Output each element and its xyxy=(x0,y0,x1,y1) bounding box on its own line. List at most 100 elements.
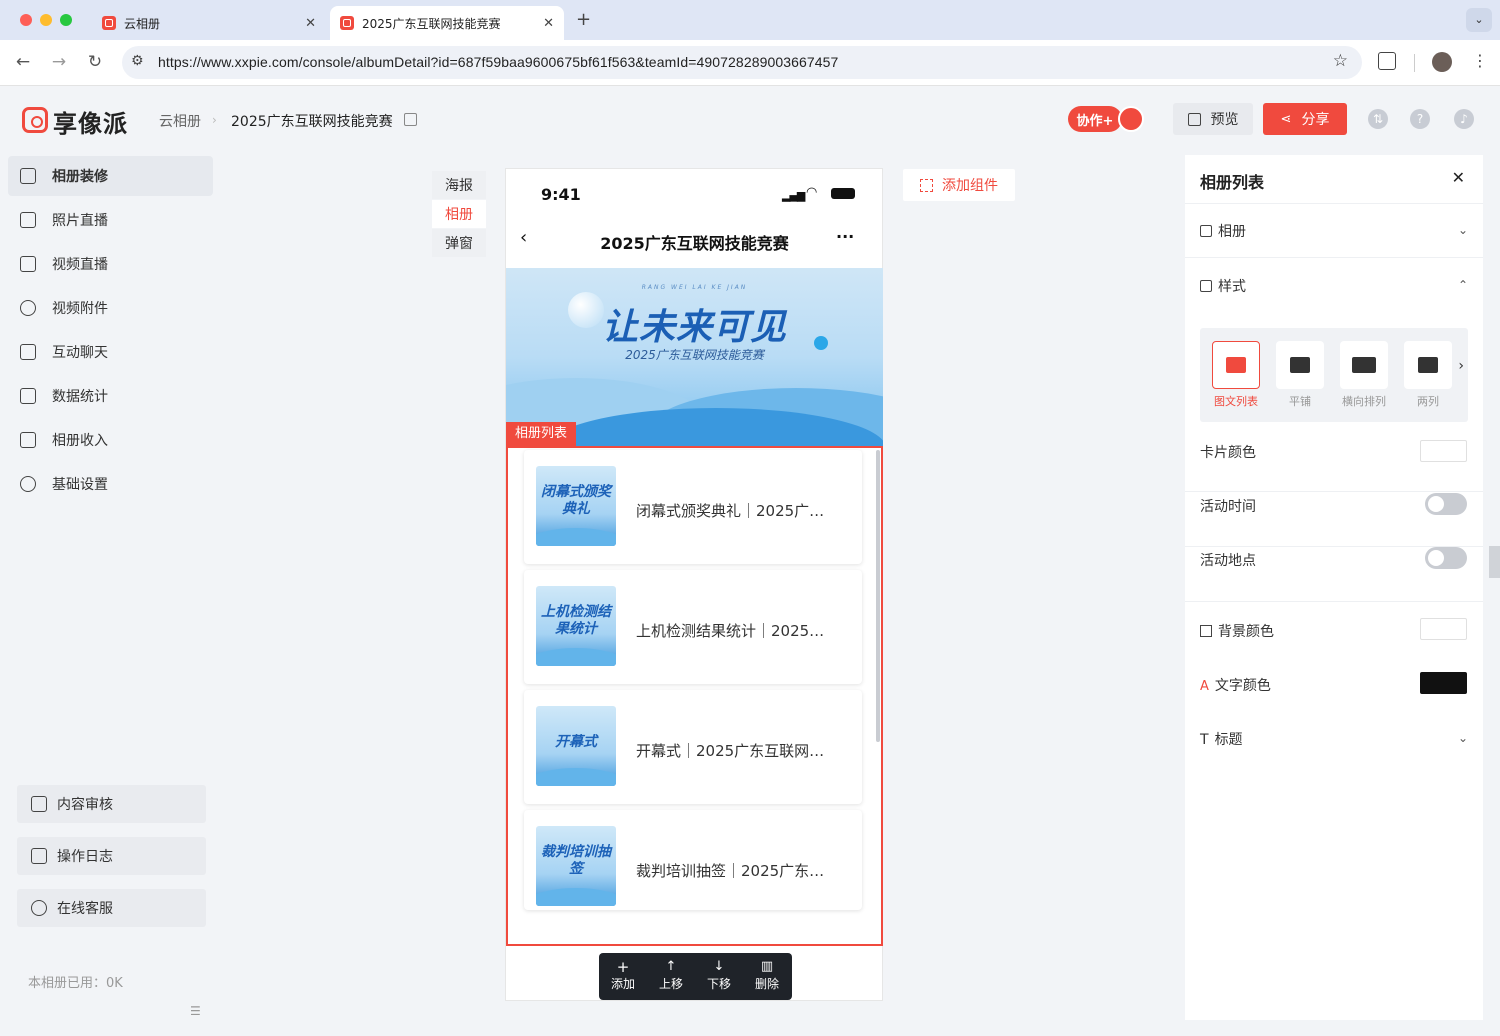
user-check-icon xyxy=(31,796,47,812)
add-component-button[interactable]: 添加组件 xyxy=(903,169,1015,201)
share-button[interactable]: ⋖ 分享 xyxy=(1263,103,1347,135)
breadcrumb-root-link[interactable]: 云相册 xyxy=(159,111,201,131)
text-color-icon: A xyxy=(1200,679,1209,694)
tab-poster[interactable]: 海报 xyxy=(432,171,486,199)
banner-pinyin: RANG WEI LAI KE JIAN xyxy=(641,284,748,291)
browser-tab-1[interactable]: 云相册 ✕ xyxy=(92,6,326,40)
notification-bell-icon[interactable]: ♪ xyxy=(1454,109,1474,129)
collapse-sidebar-icon[interactable]: ☰ xyxy=(190,1004,201,1018)
album-thumbnail: 闭幕式颁奖典礼 xyxy=(536,466,616,546)
edit-title-icon[interactable] xyxy=(404,113,417,126)
collab-avatar-icon[interactable] xyxy=(1118,106,1144,132)
phone-more-icon[interactable]: ··· xyxy=(836,227,854,246)
album-card[interactable]: 上机检测结果统计 上机检测结果统计｜2025… xyxy=(524,570,862,684)
close-tab-icon[interactable]: ✕ xyxy=(543,16,554,31)
album-card[interactable]: 裁判培训抽签 裁判培训抽签｜2025广东… xyxy=(524,810,862,910)
album-label: 开幕式｜2025广东互联网… xyxy=(636,742,825,760)
section-tag: 相册列表 xyxy=(506,422,576,446)
add-button[interactable]: + 添加 xyxy=(599,959,647,992)
album-card[interactable]: 开幕式 开幕式｜2025广东互联网… xyxy=(524,690,862,804)
address-bar[interactable]: ⚙ https://www.xxpie.com/console/albumDet… xyxy=(122,46,1362,79)
album-list-selected[interactable]: 闭幕式颁奖典礼 闭幕式颁奖典礼｜2025广… 上机检测结果统计 上机检测结果统计… xyxy=(506,446,883,946)
style-option-image-list[interactable]: 图文列表 xyxy=(1212,341,1260,409)
forward-icon[interactable]: → xyxy=(48,52,70,72)
sidebar-item-chat[interactable]: 互动聊天 xyxy=(8,332,213,372)
chevron-right-icon[interactable]: › xyxy=(1458,358,1464,374)
style-selector: 图文列表 平铺 横向排列 两列 › xyxy=(1200,328,1468,422)
text-color-label: 文字颜色 xyxy=(1214,678,1271,694)
switch-icon[interactable]: ⇅ xyxy=(1368,109,1388,129)
online-support-button[interactable]: 在线客服 xyxy=(17,889,206,927)
content-review-button[interactable]: 内容审核 xyxy=(17,785,206,823)
close-window-button[interactable] xyxy=(20,14,32,26)
headset-icon xyxy=(31,900,47,916)
thumb-title: 闭幕式颁奖典礼 xyxy=(541,484,611,517)
move-down-button[interactable]: ↓ 下移 xyxy=(695,959,743,992)
sidebar-item-label: 视频直播 xyxy=(52,257,108,273)
browser-tab-bar: 云相册 ✕ 2025广东互联网技能竞赛 ✕ + ⌄ xyxy=(0,0,1500,40)
style-option-two-column[interactable]: 两列 xyxy=(1404,341,1452,409)
page-scrollbar[interactable] xyxy=(1489,546,1500,578)
delete-button[interactable]: ▥ 删除 xyxy=(743,959,791,992)
bg-color-swatch[interactable] xyxy=(1420,618,1467,640)
divider xyxy=(1185,203,1483,204)
album-banner[interactable]: RANG WEI LAI KE JIAN 让未来可见 2025广东互联网技能竞赛 xyxy=(506,268,883,446)
horizontal-icon xyxy=(1352,357,1376,373)
breadcrumb-chevron-icon: › xyxy=(212,113,217,127)
sidebar-item-income[interactable]: 相册收入 xyxy=(8,420,213,460)
minimize-window-button[interactable] xyxy=(40,14,52,26)
tab-label: 弹窗 xyxy=(445,236,473,252)
sidebar-item-settings[interactable]: 基础设置 xyxy=(8,464,213,504)
url-text[interactable]: https://www.xxpie.com/console/albumDetai… xyxy=(158,54,838,70)
preview-button[interactable]: 预览 xyxy=(1173,103,1253,135)
activity-time-toggle[interactable] xyxy=(1425,493,1467,515)
album-card[interactable]: 闭幕式颁奖典礼 闭幕式颁奖典礼｜2025广… xyxy=(524,450,862,564)
site-settings-icon[interactable]: ⚙ xyxy=(131,53,144,69)
extensions-icon[interactable] xyxy=(1378,52,1396,70)
title-section-header[interactable]: T 标题 ⌄ xyxy=(1200,729,1468,749)
activity-place-toggle[interactable] xyxy=(1425,547,1467,569)
back-icon[interactable]: ← xyxy=(12,52,34,72)
toolbar-label: 删除 xyxy=(754,977,779,991)
collab-button[interactable]: 协作+ xyxy=(1068,106,1122,132)
move-up-button[interactable]: ↑ 上移 xyxy=(647,959,695,992)
divider xyxy=(1185,601,1483,602)
sidebar-item-decorate[interactable]: 相册装修 xyxy=(8,156,213,196)
profile-avatar[interactable] xyxy=(1432,52,1452,72)
style-option-horizontal[interactable]: 横向排列 xyxy=(1340,341,1388,409)
bookmark-star-icon[interactable]: ☆ xyxy=(1333,51,1348,71)
style-label: 两列 xyxy=(1417,395,1439,408)
album-thumbnail: 裁判培训抽签 xyxy=(536,826,616,906)
preview-icon xyxy=(1187,112,1201,126)
properties-panel: 相册列表 ✕ 相册 ⌄ 样式 ⌃ 图文列表 平铺 横向排列 两列 › 卡片颜色 … xyxy=(1185,155,1483,1020)
maximize-window-button[interactable] xyxy=(60,14,72,26)
tab-title: 云相册 xyxy=(124,16,161,31)
tab-album[interactable]: 相册 xyxy=(432,200,486,228)
card-color-swatch[interactable] xyxy=(1420,440,1467,462)
tab-popup[interactable]: 弹窗 xyxy=(432,229,486,257)
style-icon xyxy=(1200,280,1212,292)
sidebar-item-video-live[interactable]: 视频直播 xyxy=(8,244,213,284)
list-scrollbar[interactable] xyxy=(876,450,880,742)
paperclip-icon xyxy=(20,300,36,316)
help-icon[interactable]: ? xyxy=(1410,109,1430,129)
reload-icon[interactable]: ↻ xyxy=(84,52,106,72)
browser-tab-2[interactable]: 2025广东互联网技能竞赛 ✕ xyxy=(330,6,564,40)
close-panel-icon[interactable]: ✕ xyxy=(1452,168,1465,187)
style-section-header[interactable]: 样式 ⌃ xyxy=(1200,276,1468,296)
style-option-tile[interactable]: 平铺 xyxy=(1276,341,1324,409)
new-tab-icon[interactable]: + xyxy=(576,9,591,30)
tab-search-icon[interactable]: ⌄ xyxy=(1466,8,1492,32)
close-tab-icon[interactable]: ✕ xyxy=(305,16,316,31)
album-thumbnail: 上机检测结果统计 xyxy=(536,586,616,666)
operation-log-button[interactable]: 操作日志 xyxy=(17,837,206,875)
album-section-header[interactable]: 相册 ⌄ xyxy=(1200,221,1468,241)
browser-menu-icon[interactable]: ⋮ xyxy=(1472,51,1488,70)
thumb-wave xyxy=(536,768,616,786)
text-color-swatch[interactable] xyxy=(1420,672,1467,694)
chat-icon xyxy=(20,344,36,360)
sidebar-item-video-attach[interactable]: 视频附件 xyxy=(8,288,213,328)
sidebar-item-stats[interactable]: 数据统计 xyxy=(8,376,213,416)
title-icon: T xyxy=(1200,732,1209,748)
sidebar-item-photo-live[interactable]: 照片直播 xyxy=(8,200,213,240)
